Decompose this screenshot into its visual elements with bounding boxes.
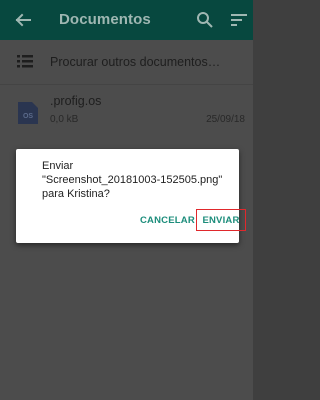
browse-other-documents[interactable]: Procurar outros documentos…: [0, 40, 253, 84]
app-window: Documentos Procurar outros documentos… O…: [0, 0, 253, 400]
cancel-button[interactable]: CANCELAR: [140, 215, 195, 226]
file-name: .profig.os: [50, 94, 102, 108]
send-confirmation-dialog: Enviar "Screenshot_20181003-152505.png" …: [16, 149, 246, 243]
search-button[interactable]: [193, 8, 217, 32]
dialog-message-line: para Kristina?: [42, 188, 110, 200]
dialog-message-line: "Screenshot_20181003-152505.png": [42, 174, 223, 186]
sort-icon: [231, 14, 247, 26]
list-item[interactable]: OS .profig.os 0,0 kB 25/09/18: [0, 85, 253, 133]
document-file-icon: OS: [18, 102, 38, 124]
app-bar: Documentos: [0, 0, 253, 40]
file-size: 0,0 kB: [50, 114, 79, 125]
list-icon: [17, 55, 33, 68]
dialog-message: Enviar "Screenshot_20181003-152505.png" …: [42, 159, 232, 201]
page-title: Documentos: [59, 11, 151, 28]
dialog-message-line: Enviar: [42, 160, 74, 172]
file-date: 25/09/18: [206, 114, 245, 125]
file-icon-label: OS: [23, 113, 33, 120]
send-button[interactable]: ENVIAR: [196, 209, 246, 231]
search-icon: [197, 12, 213, 28]
sort-button[interactable]: [227, 8, 251, 32]
back-button[interactable]: [10, 7, 36, 33]
browse-label: Procurar outros documentos…: [50, 55, 221, 69]
arrow-back-icon: [15, 13, 31, 27]
